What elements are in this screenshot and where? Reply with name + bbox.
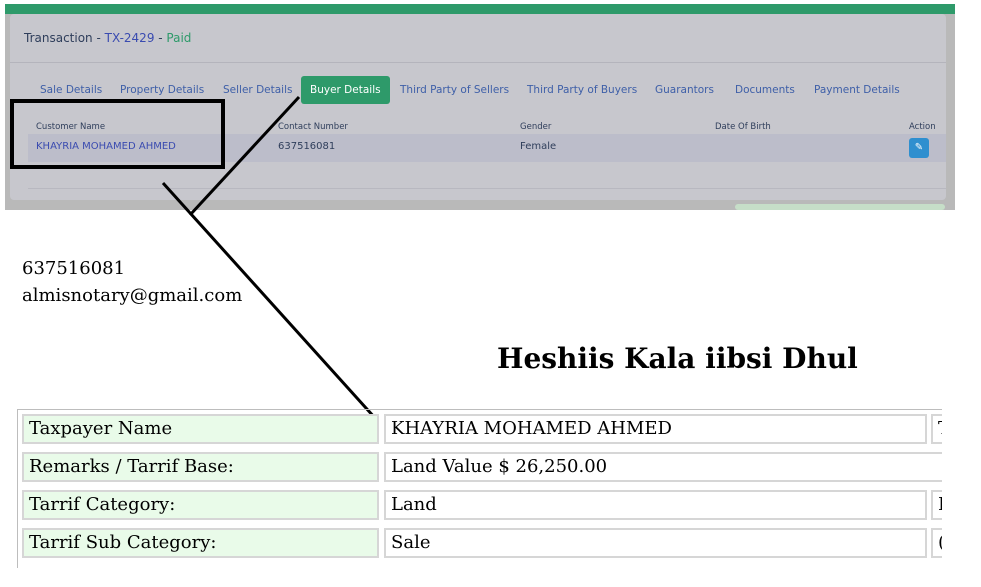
tab-guarantors[interactable]: Guarantors [655, 76, 714, 104]
row-value: Sale [384, 528, 927, 558]
row-extra: I [931, 490, 942, 520]
document-table: Taxpayer Name KHAYRIA MOHAMED AHMED T Re… [17, 409, 942, 568]
document-title: Heshiis Kala iibsi Dhul [497, 342, 858, 375]
transaction-id: TX-2429 [104, 31, 155, 45]
cell-contact-number: 637516081 [278, 141, 336, 152]
row-label: Remarks / Tarrif Base: [22, 452, 379, 482]
row-label: Taxpayer Name [22, 414, 379, 444]
tab-buyer-details[interactable]: Buyer Details [301, 76, 390, 104]
tab-third-party-buyers[interactable]: Third Party of Buyers [527, 76, 637, 104]
tab-documents[interactable]: Documents [735, 76, 795, 104]
document-row: Remarks / Tarrif Base: Land Value $ 26,2… [18, 448, 942, 486]
row-extra: ( [931, 528, 942, 558]
header-action: Action [909, 122, 936, 132]
top-accent-bar [5, 4, 955, 14]
document-phone: 637516081 [22, 258, 126, 279]
highlight-box [10, 99, 225, 169]
divider [28, 188, 946, 189]
row-value: KHAYRIA MOHAMED AHMED [384, 414, 927, 444]
row-extra: T [931, 414, 942, 444]
tab-payment-details[interactable]: Payment Details [814, 76, 900, 104]
row-label: Tarrif Category: [22, 490, 379, 520]
partial-button [735, 204, 945, 210]
header-contact-number: Contact Number [278, 122, 348, 132]
row-value: Land Value $ 26,250.00 [384, 452, 942, 482]
document-row: Tarrif Category: Land I [18, 486, 942, 524]
row-label: Tarrif Sub Category: [22, 528, 379, 558]
transaction-title: Transaction - TX-2429 - Paid [24, 31, 191, 45]
card-header: Transaction - TX-2429 - Paid [10, 14, 946, 63]
tab-seller-details[interactable]: Seller Details [223, 76, 292, 104]
transaction-status: Paid [166, 31, 192, 45]
document-row: Taxpayer Name KHAYRIA MOHAMED AHMED T [18, 410, 942, 448]
pencil-icon: ✎ [914, 142, 924, 153]
header-date-of-birth: Date Of Birth [715, 122, 771, 132]
cell-gender: Female [520, 141, 557, 152]
document-email: almisnotary@gmail.com [22, 285, 243, 306]
document-row: Tarrif Sub Category: Sale ( [18, 524, 942, 562]
title-separator: - [92, 31, 105, 45]
title-separator: - [154, 31, 167, 45]
transaction-label: Transaction [24, 31, 93, 45]
tab-third-party-sellers[interactable]: Third Party of Sellers [400, 76, 509, 104]
row-value: Land [384, 490, 927, 520]
edit-button[interactable]: ✎ [909, 138, 929, 158]
header-gender: Gender [520, 122, 552, 132]
